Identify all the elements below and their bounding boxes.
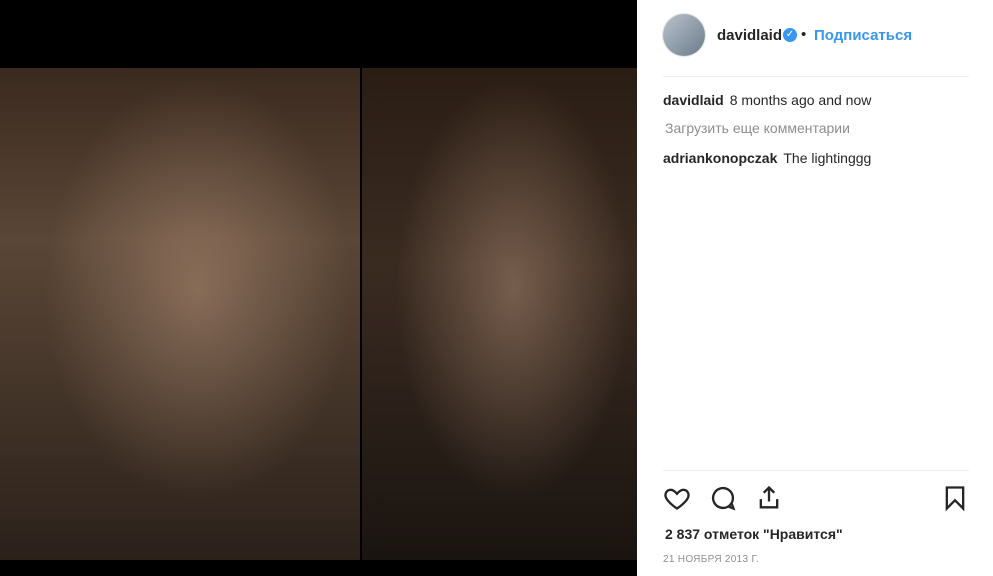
post-sidebar: davidlaid ✓ • Подписаться davidlaid 8 mon… bbox=[637, 0, 993, 576]
post-username[interactable]: davidlaid bbox=[717, 27, 782, 44]
verified-badge-icon: ✓ bbox=[783, 28, 797, 42]
post-media bbox=[0, 0, 637, 576]
comment-caption: davidlaid 8 months ago and now bbox=[663, 92, 871, 108]
comment-user[interactable]: adriankonopczak bbox=[663, 150, 777, 166]
load-more-comments-button[interactable]: Загрузить еще комментарии bbox=[665, 120, 850, 136]
comment-item: adriankonopczak The lightinggg bbox=[663, 150, 871, 166]
bookmark-icon[interactable] bbox=[941, 484, 969, 512]
comment-user[interactable]: davidlaid bbox=[663, 92, 724, 108]
follow-button[interactable]: Подписаться bbox=[814, 27, 912, 44]
likes-count[interactable]: 2 837 отметок "Нравится" bbox=[665, 526, 843, 542]
comment-text: 8 months ago and now bbox=[729, 92, 872, 108]
before-photo bbox=[0, 68, 360, 560]
after-photo bbox=[362, 68, 637, 560]
post-header: davidlaid ✓ • Подписаться bbox=[637, 0, 993, 76]
header-separator: • bbox=[801, 26, 807, 43]
actions-divider bbox=[663, 470, 969, 471]
action-bar bbox=[663, 484, 969, 514]
comment-text: The lightinggg bbox=[783, 150, 872, 166]
header-divider bbox=[663, 76, 969, 77]
post-date: 21 НОЯБРЯ 2013 Г. bbox=[663, 554, 760, 565]
comment-icon[interactable] bbox=[709, 484, 737, 512]
avatar[interactable] bbox=[663, 14, 705, 56]
share-icon[interactable] bbox=[755, 484, 783, 512]
heart-icon[interactable] bbox=[663, 484, 691, 512]
